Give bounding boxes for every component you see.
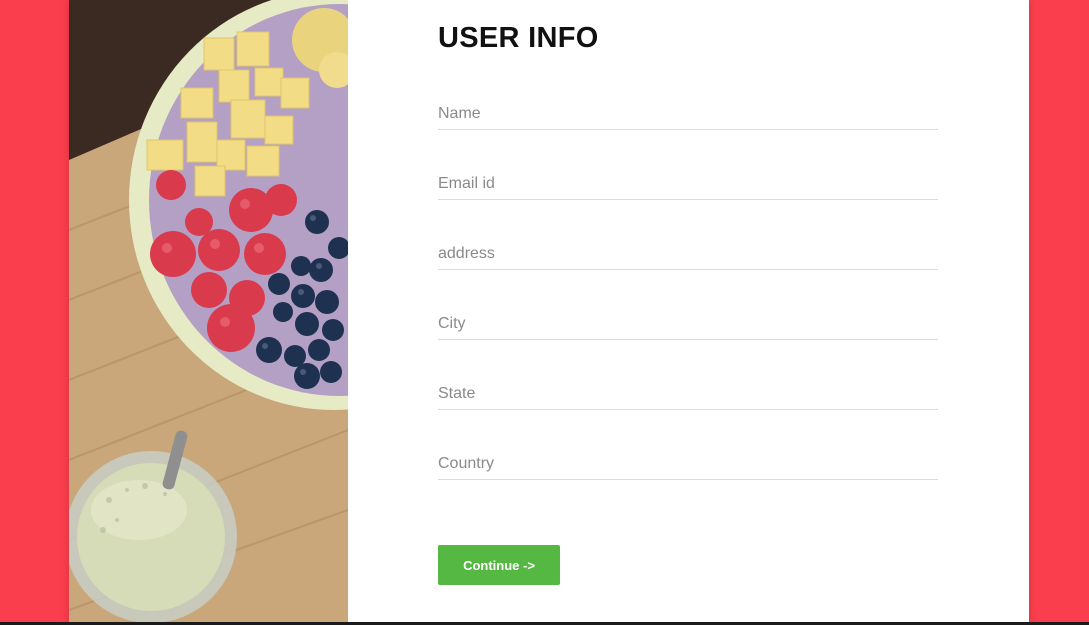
user-info-form: USER INFO Continue ->: [438, 0, 938, 622]
country-field[interactable]: [438, 448, 938, 480]
email-field[interactable]: [438, 168, 938, 200]
continue-button[interactable]: Continue ->: [438, 545, 560, 585]
state-field[interactable]: [438, 378, 938, 410]
address-field[interactable]: [438, 238, 938, 270]
user-info-card: USER INFO Continue ->: [69, 0, 1029, 622]
page-title: USER INFO: [438, 22, 599, 54]
city-field[interactable]: [438, 308, 938, 340]
page-background: USER INFO Continue ->: [0, 0, 1089, 625]
food-photo: [69, 0, 348, 622]
name-field[interactable]: [438, 98, 938, 130]
